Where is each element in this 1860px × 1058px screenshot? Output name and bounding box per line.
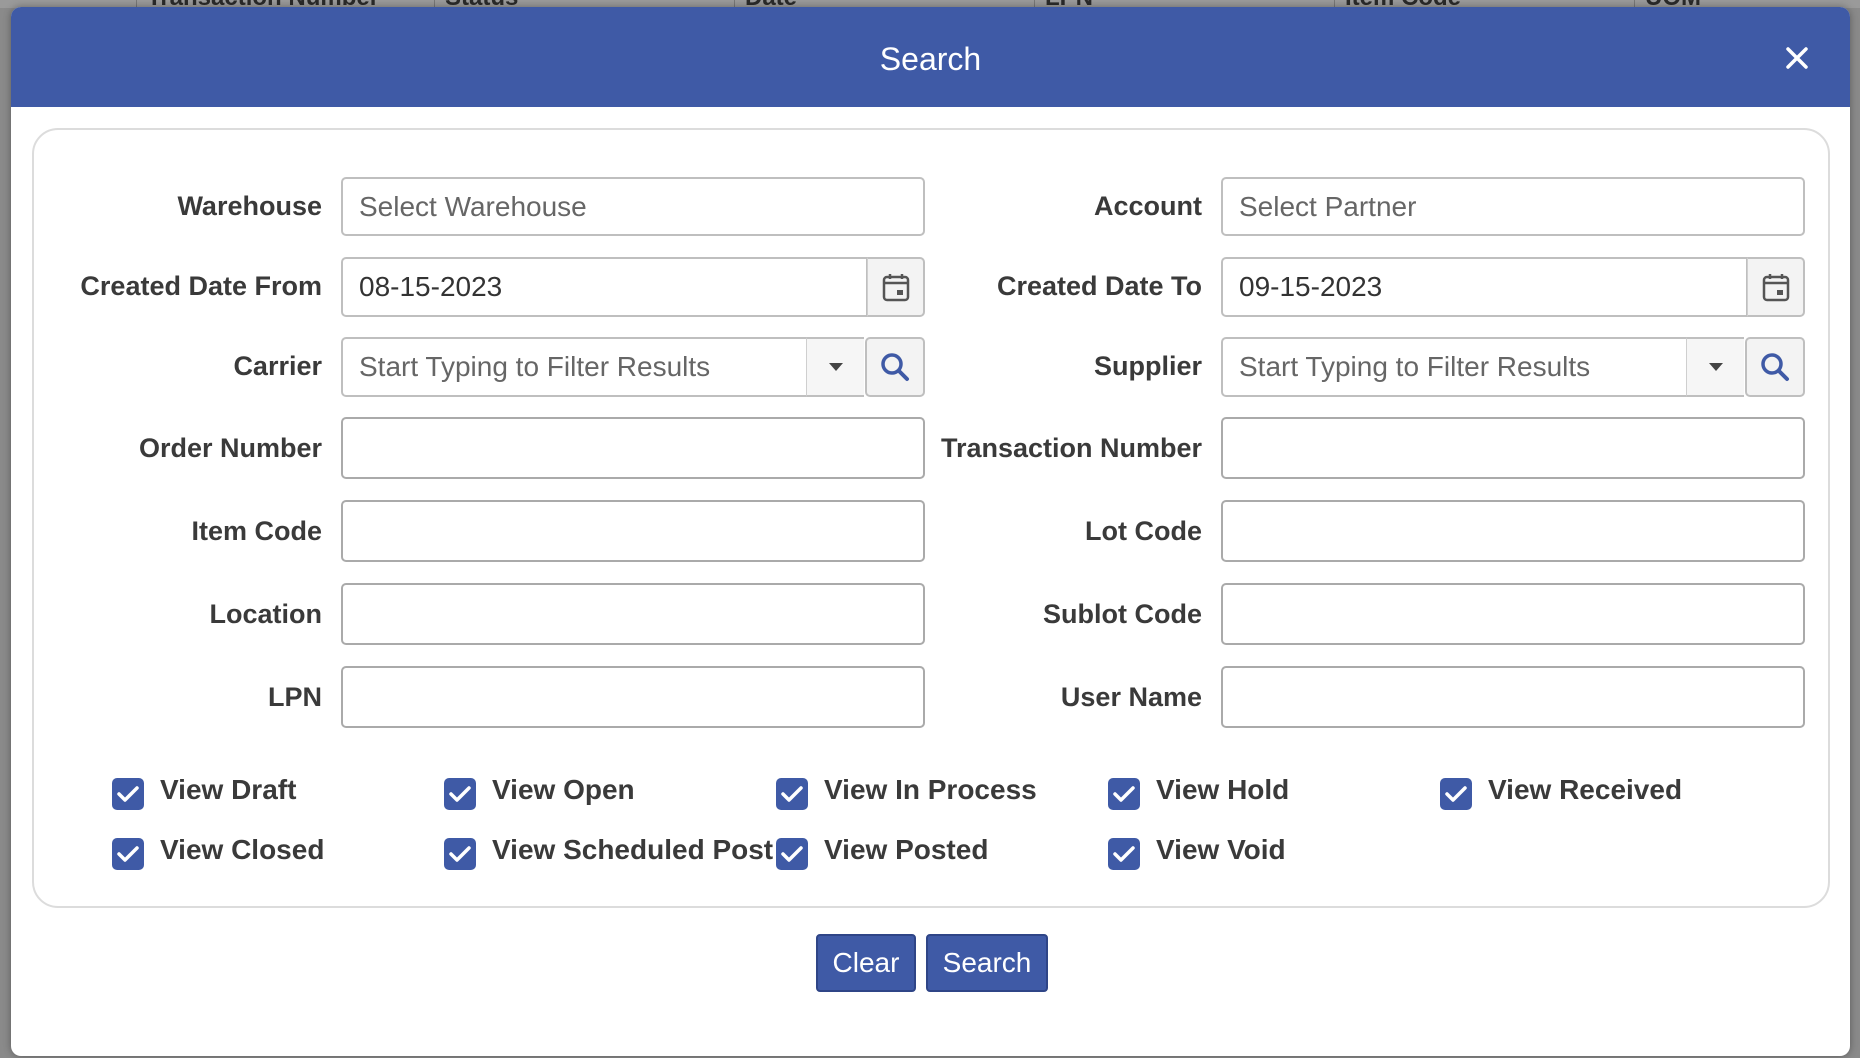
view-scheduled-post-checkbox[interactable]: View Scheduled Post [444, 830, 773, 870]
warehouse-label: Warehouse [177, 191, 322, 221]
caret-down-icon [828, 363, 843, 371]
clear-button[interactable]: Clear [816, 934, 916, 992]
lot-code-input[interactable] [1221, 500, 1805, 562]
user-name-label: User Name [1060, 682, 1202, 712]
location-input[interactable] [341, 583, 925, 645]
supplier-dropdown-button[interactable] [1686, 337, 1744, 397]
view-received-checkbox[interactable]: View Received [1440, 770, 1682, 810]
supplier-label: Supplier [1093, 351, 1202, 381]
search-form-panel: Warehouse Select Warehouse Account Selec… [32, 128, 1830, 908]
supplier-search-button[interactable] [1745, 337, 1805, 397]
view-void-checkbox[interactable]: View Void [1108, 830, 1286, 870]
lot-code-label: Lot Code [1085, 516, 1202, 546]
order-number-input[interactable] [341, 417, 925, 479]
search-icon [881, 353, 909, 381]
created-date-to-calendar-button[interactable] [1747, 257, 1805, 317]
created-date-from-label: Created Date From [80, 271, 322, 301]
checkmark-icon [112, 778, 144, 810]
lpn-input[interactable] [341, 666, 925, 728]
view-posted-checkbox[interactable]: View Posted [776, 830, 988, 870]
sublot-code-label: Sublot Code [1043, 599, 1202, 629]
checkmark-icon [444, 778, 476, 810]
item-code-input[interactable] [341, 500, 925, 562]
view-open-checkbox[interactable]: View Open [444, 770, 635, 810]
search-modal: Search Warehouse Select Warehouse Accoun… [11, 7, 1850, 1056]
carrier-dropdown-button[interactable] [806, 337, 864, 397]
search-icon [1761, 353, 1789, 381]
sublot-code-input[interactable] [1221, 583, 1805, 645]
checkmark-icon [1108, 838, 1140, 870]
location-label: Location [209, 599, 323, 629]
transaction-number-input[interactable] [1221, 417, 1805, 479]
order-number-label: Order Number [138, 433, 322, 463]
view-closed-label: View Closed [160, 834, 325, 865]
created-date-from-input[interactable]: 08-15-2023 [341, 257, 868, 317]
checkmark-icon [1440, 778, 1472, 810]
calendar-icon [1762, 274, 1789, 302]
checkmark-icon [776, 838, 808, 870]
carrier-label: Carrier [233, 351, 322, 381]
item-code-label: Item Code [191, 516, 322, 546]
carrier-search-button[interactable] [865, 337, 925, 397]
created-date-to-input[interactable]: 09-15-2023 [1221, 257, 1748, 317]
lpn-label: LPN [268, 682, 322, 712]
account-label: Account [1094, 191, 1202, 221]
close-button[interactable] [1780, 41, 1814, 75]
transaction-number-label: Transaction Number [940, 433, 1202, 463]
supplier-input[interactable]: Start Typing to Filter Results [1221, 337, 1688, 397]
view-open-label: View Open [492, 774, 635, 805]
carrier-input[interactable]: Start Typing to Filter Results [341, 337, 808, 397]
account-select[interactable]: Select Partner [1221, 177, 1805, 236]
search-button[interactable]: Search [926, 934, 1048, 992]
view-hold-label: View Hold [1156, 774, 1290, 805]
view-in-process-checkbox[interactable]: View In Process [776, 770, 1037, 810]
view-received-label: View Received [1488, 774, 1683, 805]
calendar-icon [882, 274, 909, 302]
view-in-process-label: View In Process [824, 774, 1037, 805]
view-scheduled-post-label: View Scheduled Post [492, 834, 774, 865]
user-name-input[interactable] [1221, 666, 1805, 728]
checkmark-icon [444, 838, 476, 870]
checkmark-icon [112, 838, 144, 870]
view-draft-checkbox[interactable]: View Draft [112, 770, 296, 810]
created-date-from-calendar-button[interactable] [867, 257, 925, 317]
close-icon [1786, 47, 1808, 69]
view-closed-checkbox[interactable]: View Closed [112, 830, 324, 870]
checkmark-icon [1108, 778, 1140, 810]
modal-header: Search [11, 7, 1850, 107]
view-hold-checkbox[interactable]: View Hold [1108, 770, 1289, 810]
checkmark-icon [776, 778, 808, 810]
modal-title: Search [879, 41, 982, 77]
created-date-to-label: Created Date To [996, 271, 1202, 301]
view-void-label: View Void [1156, 834, 1286, 865]
caret-down-icon [1708, 363, 1723, 371]
view-draft-label: View Draft [160, 774, 297, 805]
view-posted-label: View Posted [824, 834, 989, 865]
warehouse-select[interactable]: Select Warehouse [341, 177, 925, 236]
